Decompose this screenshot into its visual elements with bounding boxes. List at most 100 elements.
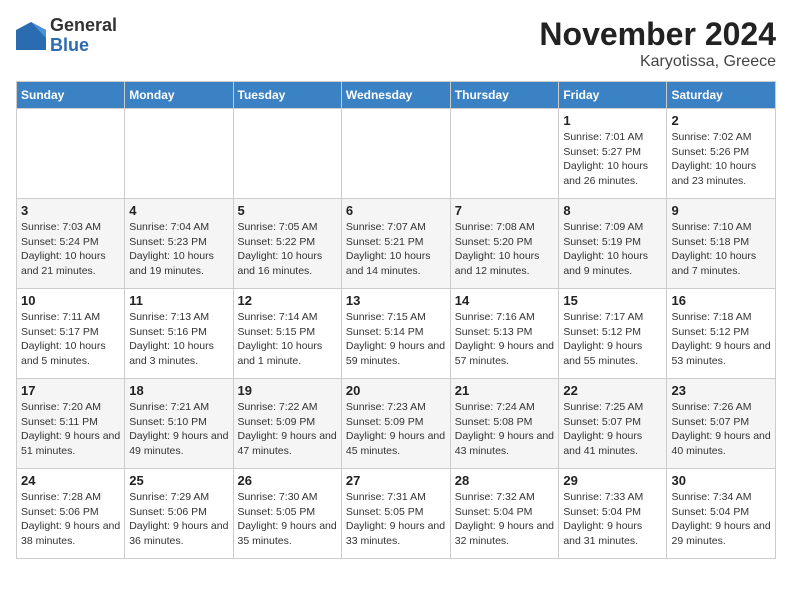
calendar-cell: 20 Sunrise: 7:23 AM Sunset: 5:09 PM Dayli… — [341, 379, 450, 469]
day-number: 20 — [346, 383, 446, 398]
day-info: Sunrise: 7:33 AM Sunset: 5:04 PM Dayligh… — [563, 490, 662, 549]
calendar-cell: 24 Sunrise: 7:28 AM Sunset: 5:06 PM Dayli… — [17, 469, 125, 559]
day-info: Sunrise: 7:02 AM Sunset: 5:26 PM Dayligh… — [671, 130, 771, 189]
day-number: 24 — [21, 473, 120, 488]
day-number: 14 — [455, 293, 555, 308]
weekday-header: Friday — [559, 82, 667, 109]
calendar-cell: 7Sunrise: 7:08 AM Sunset: 5:20 PM Daylig… — [450, 199, 559, 289]
calendar-cell: 21 Sunrise: 7:24 AM Sunset: 5:08 PM Dayli… — [450, 379, 559, 469]
calendar-cell: 27Sunrise: 7:31 AM Sunset: 5:05 PM Dayli… — [341, 469, 450, 559]
calendar-week-row: 1 Sunrise: 7:01 AM Sunset: 5:27 PM Daylig… — [17, 109, 776, 199]
day-info: Sunrise: 7:21 AM Sunset: 5:10 PM Dayligh… — [129, 400, 228, 459]
day-info: Sunrise: 7:31 AM Sunset: 5:05 PM Dayligh… — [346, 490, 446, 549]
day-info: Sunrise: 7:22 AM Sunset: 5:09 PM Dayligh… — [238, 400, 337, 459]
day-info: Sunrise: 7:20 AM Sunset: 5:11 PM Dayligh… — [21, 400, 120, 459]
day-info: Sunrise: 7:25 AM Sunset: 5:07 PM Dayligh… — [563, 400, 662, 459]
day-info: Sunrise: 7:16 AM Sunset: 5:13 PM Dayligh… — [455, 310, 555, 369]
calendar-cell — [450, 109, 559, 199]
day-info: Sunrise: 7:05 AM Sunset: 5:22 PM Dayligh… — [238, 220, 337, 279]
day-info: Sunrise: 7:18 AM Sunset: 5:12 PM Dayligh… — [671, 310, 771, 369]
calendar-title: November 2024 — [539, 16, 776, 53]
day-info: Sunrise: 7:01 AM Sunset: 5:27 PM Dayligh… — [563, 130, 662, 189]
day-info: Sunrise: 7:28 AM Sunset: 5:06 PM Dayligh… — [21, 490, 120, 549]
calendar-cell: 4 Sunrise: 7:04 AM Sunset: 5:23 PM Daylig… — [125, 199, 233, 289]
calendar-cell — [17, 109, 125, 199]
calendar-cell — [233, 109, 341, 199]
day-number: 22 — [563, 383, 662, 398]
day-number: 29 — [563, 473, 662, 488]
day-info: Sunrise: 7:17 AM Sunset: 5:12 PM Dayligh… — [563, 310, 662, 369]
calendar-cell — [341, 109, 450, 199]
logo-text: General Blue — [50, 16, 117, 56]
day-number: 3 — [21, 203, 120, 218]
day-number: 30 — [671, 473, 771, 488]
day-number: 1 — [563, 113, 662, 128]
calendar-cell: 30 Sunrise: 7:34 AM Sunset: 5:04 PM Dayli… — [667, 469, 776, 559]
day-number: 15 — [563, 293, 662, 308]
calendar-cell: 5 Sunrise: 7:05 AM Sunset: 5:22 PM Daylig… — [233, 199, 341, 289]
calendar-cell: 9Sunrise: 7:10 AM Sunset: 5:18 PM Daylig… — [667, 199, 776, 289]
day-info: Sunrise: 7:26 AM Sunset: 5:07 PM Dayligh… — [671, 400, 771, 459]
page-header: General Blue November 2024 Karyotissa, G… — [16, 16, 776, 71]
calendar-cell: 14 Sunrise: 7:16 AM Sunset: 5:13 PM Dayli… — [450, 289, 559, 379]
day-info: Sunrise: 7:07 AM Sunset: 5:21 PM Dayligh… — [346, 220, 446, 279]
calendar-week-row: 24 Sunrise: 7:28 AM Sunset: 5:06 PM Dayli… — [17, 469, 776, 559]
day-number: 23 — [671, 383, 771, 398]
day-number: 8 — [563, 203, 662, 218]
day-number: 19 — [238, 383, 337, 398]
weekday-header: Thursday — [450, 82, 559, 109]
day-number: 10 — [21, 293, 120, 308]
calendar-cell: 18 Sunrise: 7:21 AM Sunset: 5:10 PM Dayli… — [125, 379, 233, 469]
calendar-week-row: 10Sunrise: 7:11 AM Sunset: 5:17 PM Dayli… — [17, 289, 776, 379]
calendar-cell: 1 Sunrise: 7:01 AM Sunset: 5:27 PM Daylig… — [559, 109, 667, 199]
day-info: Sunrise: 7:34 AM Sunset: 5:04 PM Dayligh… — [671, 490, 771, 549]
day-number: 5 — [238, 203, 337, 218]
day-number: 17 — [21, 383, 120, 398]
calendar-cell: 15 Sunrise: 7:17 AM Sunset: 5:12 PM Dayli… — [559, 289, 667, 379]
logo-blue: Blue — [50, 36, 117, 56]
day-number: 16 — [671, 293, 771, 308]
weekday-header: Wednesday — [341, 82, 450, 109]
day-info: Sunrise: 7:29 AM Sunset: 5:06 PM Dayligh… — [129, 490, 228, 549]
calendar-cell: 26Sunrise: 7:30 AM Sunset: 5:05 PM Dayli… — [233, 469, 341, 559]
day-info: Sunrise: 7:08 AM Sunset: 5:20 PM Dayligh… — [455, 220, 555, 279]
day-info: Sunrise: 7:30 AM Sunset: 5:05 PM Dayligh… — [238, 490, 337, 549]
calendar-subtitle: Karyotissa, Greece — [539, 53, 776, 71]
calendar-cell: 8Sunrise: 7:09 AM Sunset: 5:19 PM Daylig… — [559, 199, 667, 289]
day-number: 21 — [455, 383, 555, 398]
weekday-header: Saturday — [667, 82, 776, 109]
weekday-header: Monday — [125, 82, 233, 109]
calendar-cell — [125, 109, 233, 199]
calendar-cell: 3 Sunrise: 7:03 AM Sunset: 5:24 PM Daylig… — [17, 199, 125, 289]
day-number: 4 — [129, 203, 228, 218]
day-number: 28 — [455, 473, 555, 488]
day-number: 11 — [129, 293, 228, 308]
calendar-cell: 16 Sunrise: 7:18 AM Sunset: 5:12 PM Dayli… — [667, 289, 776, 379]
day-info: Sunrise: 7:15 AM Sunset: 5:14 PM Dayligh… — [346, 310, 446, 369]
day-number: 18 — [129, 383, 228, 398]
logo-general: General — [50, 16, 117, 36]
logo: General Blue — [16, 16, 117, 56]
calendar-table: SundayMondayTuesdayWednesdayThursdayFrid… — [16, 81, 776, 559]
calendar-cell: 13 Sunrise: 7:15 AM Sunset: 5:14 PM Dayli… — [341, 289, 450, 379]
day-info: Sunrise: 7:03 AM Sunset: 5:24 PM Dayligh… — [21, 220, 120, 279]
calendar-cell: 6 Sunrise: 7:07 AM Sunset: 5:21 PM Daylig… — [341, 199, 450, 289]
day-info: Sunrise: 7:24 AM Sunset: 5:08 PM Dayligh… — [455, 400, 555, 459]
calendar-week-row: 17 Sunrise: 7:20 AM Sunset: 5:11 PM Dayli… — [17, 379, 776, 469]
day-number: 2 — [671, 113, 771, 128]
day-number: 25 — [129, 473, 228, 488]
calendar-cell: 23 Sunrise: 7:26 AM Sunset: 5:07 PM Dayli… — [667, 379, 776, 469]
calendar-cell: 2 Sunrise: 7:02 AM Sunset: 5:26 PM Daylig… — [667, 109, 776, 199]
day-info: Sunrise: 7:14 AM Sunset: 5:15 PM Dayligh… — [238, 310, 337, 369]
logo-icon — [16, 22, 46, 50]
day-number: 12 — [238, 293, 337, 308]
weekday-header: Tuesday — [233, 82, 341, 109]
day-number: 6 — [346, 203, 446, 218]
day-info: Sunrise: 7:32 AM Sunset: 5:04 PM Dayligh… — [455, 490, 555, 549]
calendar-cell: 29 Sunrise: 7:33 AM Sunset: 5:04 PM Dayli… — [559, 469, 667, 559]
day-number: 13 — [346, 293, 446, 308]
day-info: Sunrise: 7:23 AM Sunset: 5:09 PM Dayligh… — [346, 400, 446, 459]
calendar-cell: 25 Sunrise: 7:29 AM Sunset: 5:06 PM Dayli… — [125, 469, 233, 559]
title-block: November 2024 Karyotissa, Greece — [539, 16, 776, 71]
day-info: Sunrise: 7:04 AM Sunset: 5:23 PM Dayligh… — [129, 220, 228, 279]
